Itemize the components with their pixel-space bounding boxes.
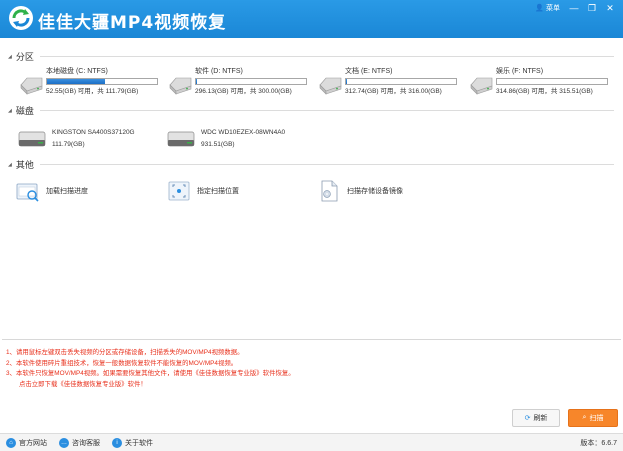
refresh-label: 刷新 xyxy=(533,415,548,422)
disk-image-icon xyxy=(321,180,338,202)
search-icon: ⌕ xyxy=(582,414,587,421)
scan-device-image[interactable]: 扫描存储设备镜像 xyxy=(317,179,403,203)
usage-fill xyxy=(346,79,348,84)
collapse-triangle-icon: ◢ xyxy=(8,161,12,168)
app-title: 佳佳大疆MP4视频恢复 xyxy=(38,13,227,33)
title-bar: 佳佳大疆MP4视频恢复 👤 菜单 — ❐ ✕ xyxy=(0,0,623,38)
note-line: 3、本软件只恢复MOV/MP4视频。如果需要恢复其他文件，请使用《佳佳数据恢复专… xyxy=(6,370,295,377)
version-label: 版本：6.6.7 xyxy=(580,440,617,447)
others-section-header: ◢ 其他 xyxy=(8,158,614,171)
user-icon: 👤 xyxy=(535,5,544,12)
partition-e[interactable]: 文档 (E: NTFS) 312.74(GB) 可用，共 316.00(GB) xyxy=(317,67,457,96)
close-button[interactable]: ✕ xyxy=(603,2,617,14)
main-panel: ◢ 分区 本地磁盘 (C: NTFS) 52.55(GB) 可用，共 111.7… xyxy=(2,40,621,340)
disk-name: WDC WD10EZEX-08WN4A0 xyxy=(201,129,286,136)
load-scan-progress[interactable]: 加载扫描进度 xyxy=(16,179,88,203)
download-link[interactable]: 点击立即下载《佳佳数据恢复专业版》软件！ xyxy=(6,380,526,391)
others-label: 指定扫描位置 xyxy=(197,188,239,195)
partition-name: 文档 (E: NTFS) xyxy=(345,68,393,75)
partition-name: 本地磁盘 (C: NTFS) xyxy=(46,68,108,75)
partition-name: 娱乐 (F: NTFS) xyxy=(496,68,544,75)
partitions-section-header: ◢ 分区 xyxy=(8,50,614,63)
partition-size: 312.74(GB) 可用，共 316.00(GB) xyxy=(345,88,442,95)
usage-fill xyxy=(47,79,106,84)
hard-drive-icon xyxy=(470,77,493,95)
partition-name: 软件 (D: NTFS) xyxy=(195,68,243,75)
minimize-button[interactable]: — xyxy=(567,2,581,14)
load-progress-icon xyxy=(16,183,39,202)
disk-wdc[interactable]: WDC WD10EZEX-08WN4A0 931.51(GB) xyxy=(167,126,285,149)
app-logo-icon xyxy=(9,6,33,30)
status-bar: ⌂ 官方网站 … 咨询客服 i 关于软件 版本：6.6.7 xyxy=(0,433,623,451)
official-website-link[interactable]: ⌂ 官方网站 xyxy=(6,437,47,448)
menu-button[interactable]: 👤 菜单 xyxy=(532,2,563,14)
info-icon: i xyxy=(112,437,122,448)
refresh-button[interactable]: ⟳ 刷新 xyxy=(512,409,560,427)
hard-drive-icon xyxy=(319,77,342,95)
collapse-triangle-icon: ◢ xyxy=(8,107,12,114)
others-label: 扫描存储设备镜像 xyxy=(347,188,403,195)
scan-button[interactable]: ⌕ 扫描 xyxy=(568,409,618,427)
physical-disk-icon xyxy=(18,131,46,147)
partition-c[interactable]: 本地磁盘 (C: NTFS) 52.55(GB) 可用，共 111.79(GB) xyxy=(18,67,158,96)
website-label: 官方网站 xyxy=(19,439,47,447)
partition-f[interactable]: 娱乐 (F: NTFS) 314.86(GB) 可用，共 315.51(GB) xyxy=(468,67,608,96)
hard-drive-icon xyxy=(20,77,43,95)
refresh-icon: ⟳ xyxy=(524,415,531,422)
section-divider xyxy=(39,110,614,111)
disk-kingston[interactable]: KINGSTON SA400S37120G 111.79(GB) xyxy=(18,126,135,149)
partition-size: 314.86(GB) 可用，共 315.51(GB) xyxy=(496,88,593,95)
disk-size: 111.79(GB) xyxy=(52,141,85,148)
usage-bar xyxy=(496,78,608,85)
partitions-title: 分区 xyxy=(15,52,34,62)
hard-drive-icon xyxy=(169,77,192,95)
physical-disk-icon xyxy=(167,131,195,147)
usage-fill xyxy=(196,79,198,84)
usage-bar xyxy=(46,78,158,85)
partition-size: 296.13(GB) 可用，共 300.00(GB) xyxy=(195,88,292,95)
specify-scan-location[interactable]: 指定扫描位置 xyxy=(167,179,239,203)
disk-size: 931.51(GB) xyxy=(201,141,235,148)
note-line: 2、本软件使用碎片重组技术，恢复一般数据恢复软件不能恢复的MOV/MP4视频。 xyxy=(6,359,238,367)
others-label: 加载扫描进度 xyxy=(46,188,88,195)
window-controls: 👤 菜单 — ❐ ✕ xyxy=(532,2,617,14)
chat-icon: … xyxy=(59,437,69,448)
disks-section-header: ◢ 磁盘 xyxy=(8,104,614,117)
about-label: 关于软件 xyxy=(125,439,153,447)
note-line: 1、请用鼠标左键双击丢失视频的分区或存储设备，扫描丢失的MOV/MP4视频数据。 xyxy=(6,349,244,356)
disks-title: 磁盘 xyxy=(15,106,34,116)
disk-name: KINGSTON SA400S37120G xyxy=(52,129,135,136)
menu-label: 菜单 xyxy=(546,5,560,12)
others-title: 其他 xyxy=(15,160,34,170)
collapse-triangle-icon: ◢ xyxy=(8,53,12,60)
partition-d[interactable]: 软件 (D: NTFS) 296.13(GB) 可用，共 300.00(GB) xyxy=(167,67,307,96)
support-label: 咨询客服 xyxy=(72,439,100,447)
usage-bar xyxy=(345,78,457,85)
usage-bar xyxy=(195,78,307,85)
about-link[interactable]: i 关于软件 xyxy=(112,437,153,448)
partition-size: 52.55(GB) 可用，共 111.79(GB) xyxy=(46,88,139,95)
scan-location-icon xyxy=(168,181,190,201)
customer-service-link[interactable]: … 咨询客服 xyxy=(59,437,100,448)
section-divider xyxy=(39,56,614,57)
section-divider xyxy=(39,164,614,165)
home-icon: ⌂ xyxy=(6,437,16,448)
maximize-button[interactable]: ❐ xyxy=(585,2,599,14)
instructions: 1、请用鼠标左键双击丢失视频的分区或存储设备，扫描丢失的MOV/MP4视频数据。… xyxy=(6,348,526,390)
scan-label: 扫描 xyxy=(589,415,604,422)
